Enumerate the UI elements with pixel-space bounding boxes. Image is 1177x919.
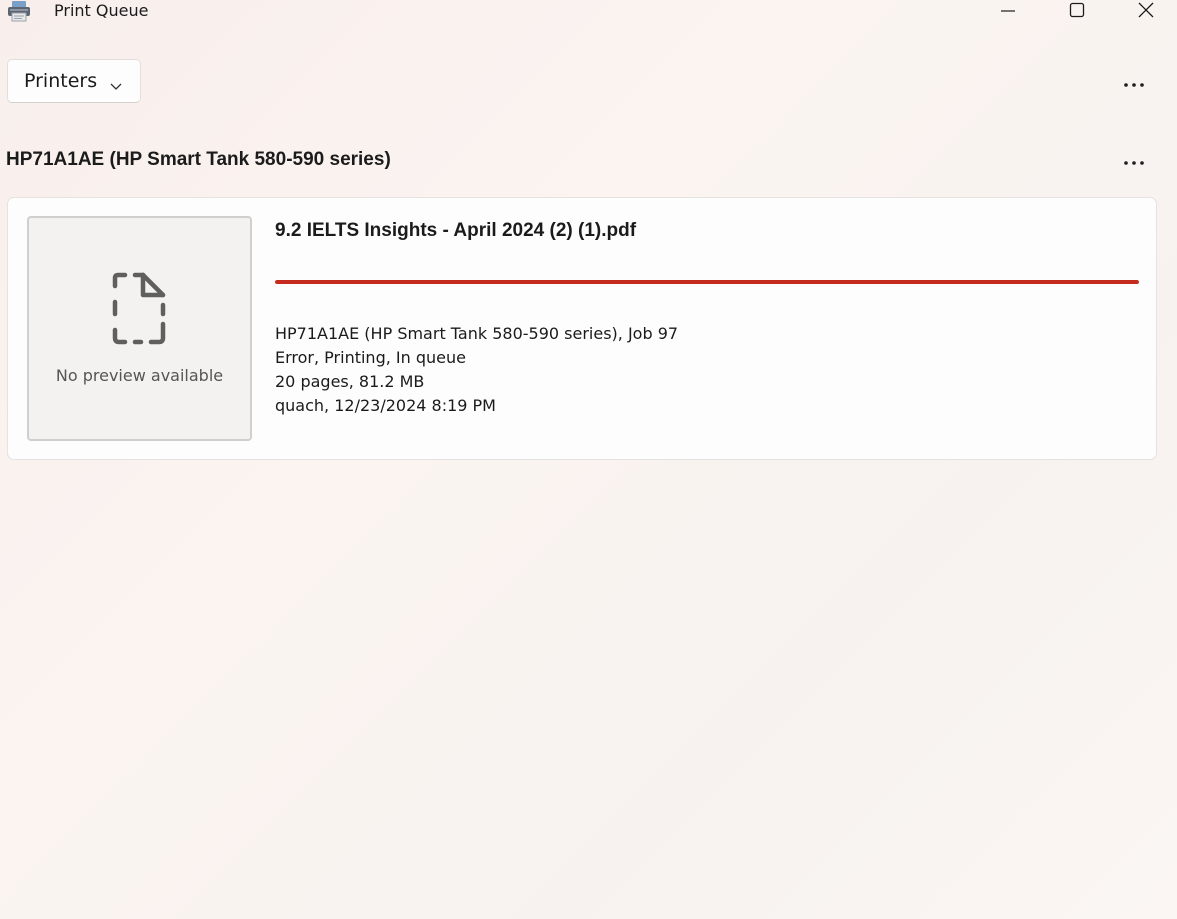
- job-document-name: 9.2 IELTS Insights - April 2024 (2) (1).…: [275, 220, 637, 241]
- job-status: Error, Printing, In queue: [275, 348, 466, 367]
- printer-name-heading: HP71A1AE (HP Smart Tank 580-590 series): [6, 149, 391, 170]
- title-bar: Print Queue: [0, 0, 1177, 26]
- no-preview-text: No preview available: [55, 366, 224, 385]
- minimize-icon: [1000, 2, 1016, 22]
- print-job-card[interactable]: No preview available 9.2 IELTS Insights …: [7, 197, 1157, 460]
- more-horizontal-icon: [1123, 73, 1145, 92]
- maximize-icon: [1069, 2, 1085, 22]
- printer-more-options-button[interactable]: [1118, 148, 1150, 172]
- more-horizontal-icon: [1123, 151, 1145, 170]
- close-button[interactable]: [1123, 0, 1169, 24]
- job-progress-fill: [275, 280, 1139, 284]
- close-icon: [1137, 1, 1155, 23]
- window-title: Print Queue: [54, 1, 149, 20]
- minimize-button[interactable]: [985, 0, 1031, 24]
- job-size: 20 pages, 81.2 MB: [275, 372, 425, 391]
- job-printer-and-number: HP71A1AE (HP Smart Tank 580-590 series),…: [275, 324, 679, 343]
- job-owner-time: quach, 12/23/2024 8:19 PM: [275, 396, 496, 415]
- job-details: HP71A1AE (HP Smart Tank 580-590 series),…: [275, 322, 678, 418]
- job-preview: No preview available: [27, 216, 252, 441]
- chevron-down-icon: [109, 75, 123, 97]
- more-options-button[interactable]: [1118, 70, 1150, 94]
- document-placeholder-icon: [111, 272, 167, 350]
- printers-dropdown-label: Printers: [24, 70, 98, 92]
- maximize-button[interactable]: [1054, 0, 1100, 24]
- job-progress-bar: [275, 280, 1139, 284]
- printer-icon: [6, 0, 32, 22]
- printers-dropdown[interactable]: Printers: [7, 59, 141, 103]
